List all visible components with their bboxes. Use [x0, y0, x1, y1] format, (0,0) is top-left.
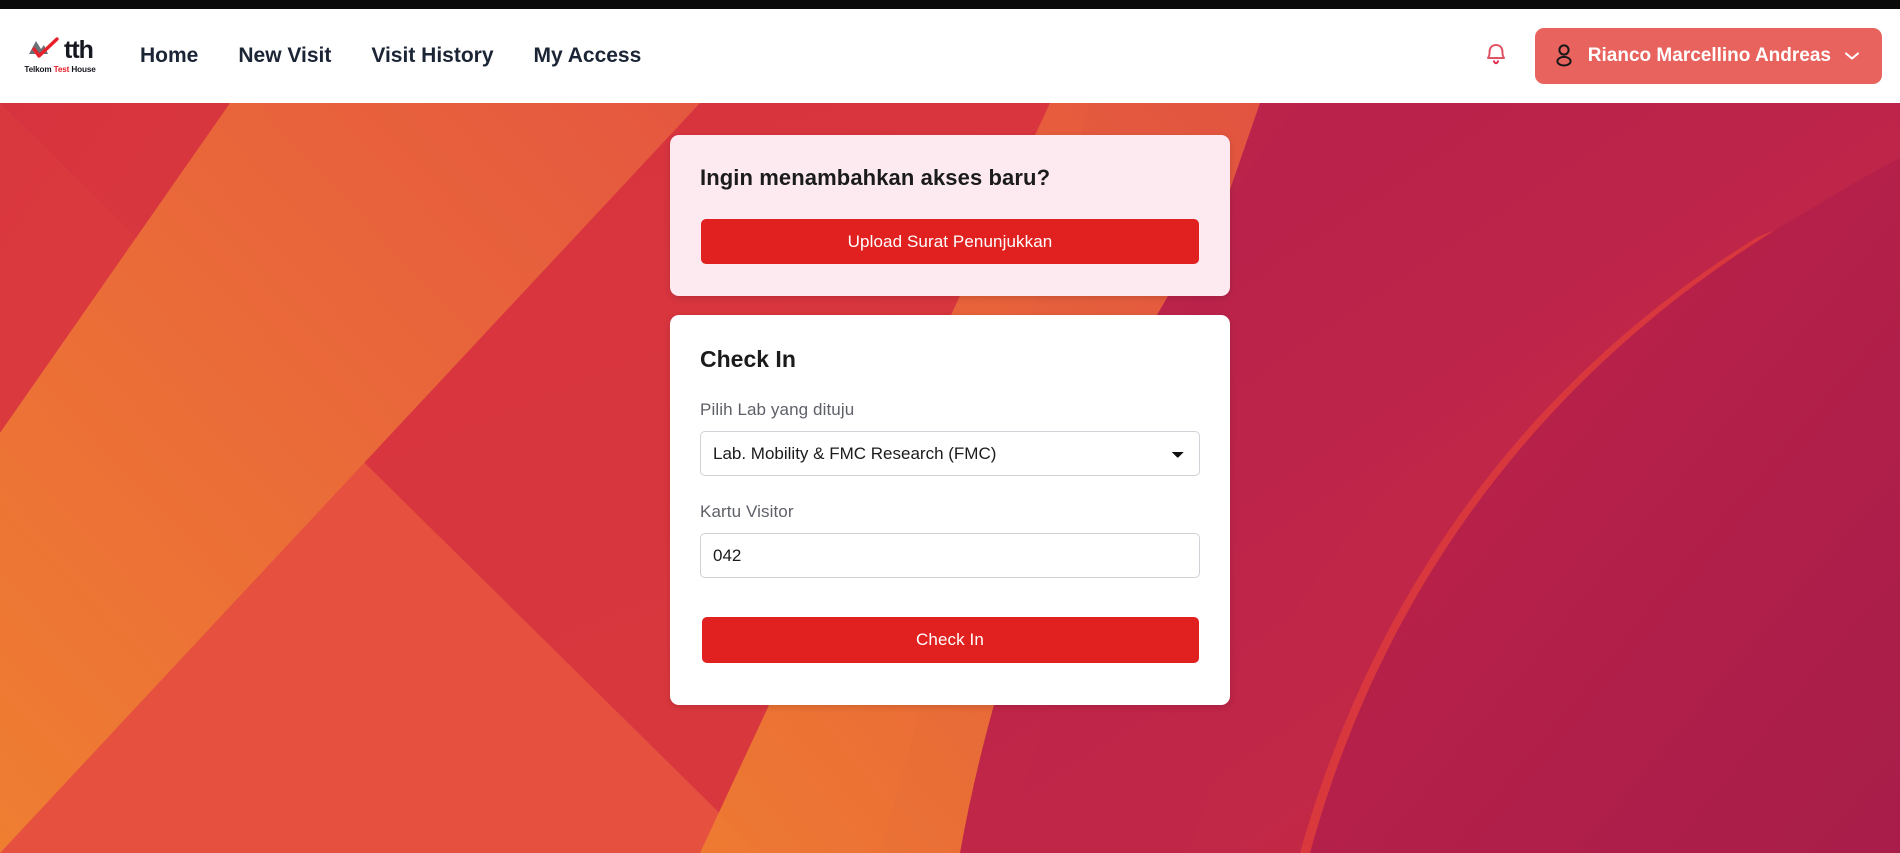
add-access-card: Ingin menambahkan akses baru? Upload Sur… — [670, 135, 1230, 296]
center-column: Ingin menambahkan akses baru? Upload Sur… — [670, 103, 1230, 705]
add-access-title: Ingin menambahkan akses baru? — [700, 165, 1051, 190]
brand-tagline: Telkom Test House — [24, 65, 96, 75]
visitor-card-label: Kartu Visitor — [700, 502, 794, 521]
check-in-submit-button[interactable]: Check In — [701, 617, 1199, 663]
chevron-down-icon — [1844, 49, 1860, 64]
mountain-check-logo-icon — [27, 37, 61, 63]
person-icon — [1553, 43, 1575, 70]
navbar-right-group: Rianco Marcellino Andreas — [1479, 28, 1882, 84]
nav-item-home[interactable]: Home — [140, 44, 198, 68]
nav-item-my-access[interactable]: My Access — [534, 44, 642, 68]
lab-select[interactable]: Lab. Mobility & FMC Research (FMC) — [700, 431, 1200, 476]
user-menu-button[interactable]: Rianco Marcellino Andreas — [1534, 28, 1882, 84]
check-in-card: Check In Pilih Lab yang dituju Lab. Mobi… — [670, 315, 1230, 705]
notification-bell-button[interactable] — [1479, 39, 1513, 73]
brand-logo[interactable]: tth Telkom Test House — [14, 37, 106, 74]
visitor-card-input[interactable] — [700, 533, 1200, 578]
field-spacer — [700, 476, 1200, 502]
bell-icon — [1484, 42, 1508, 71]
nav-item-new-visit[interactable]: New Visit — [238, 44, 331, 68]
app-root: tth Telkom Test House Home New Visit Vis… — [0, 0, 1900, 853]
lab-select-label: Pilih Lab yang dituju — [700, 400, 855, 419]
main-navbar: tth Telkom Test House Home New Visit Vis… — [0, 9, 1900, 103]
nav-item-visit-history[interactable]: Visit History — [371, 44, 493, 68]
nav-links: Home New Visit Visit History My Access — [140, 44, 641, 68]
button-spacer — [700, 578, 1200, 617]
brand-wordmark: tth — [64, 35, 94, 64]
user-display-name: Rianco Marcellino Andreas — [1587, 45, 1831, 66]
browser-chrome-strip — [0, 0, 1900, 9]
check-in-title: Check In — [700, 346, 796, 372]
upload-surat-penunjukkan-button[interactable]: Upload Surat Penunjukkan — [701, 219, 1199, 264]
